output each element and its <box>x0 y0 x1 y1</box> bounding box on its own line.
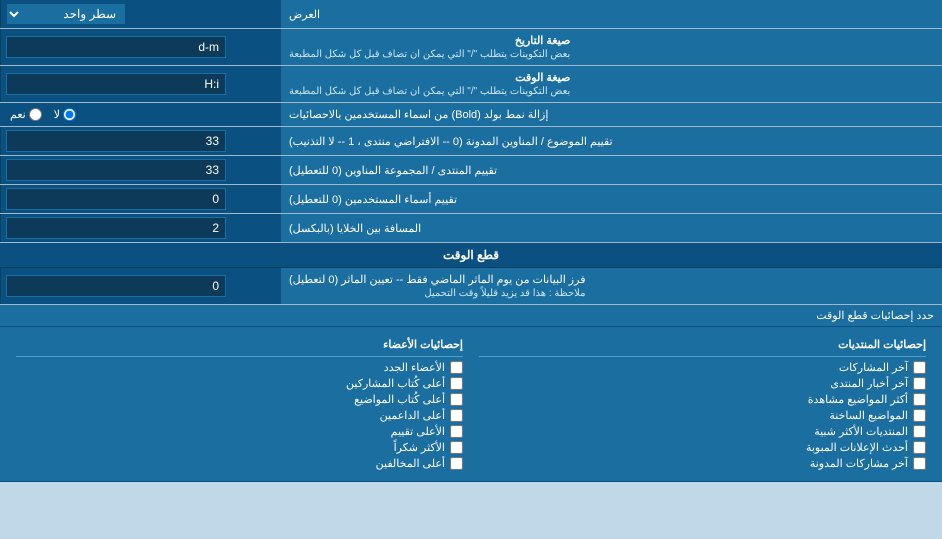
topics-order-row: تقييم الموضوع / المناوين المدونة (0 -- ا… <box>0 127 942 156</box>
forum-cb-label-4: المواضيع الساخنة <box>829 409 908 422</box>
date-format-input-cell <box>0 29 280 65</box>
time-format-input-cell <box>0 66 280 102</box>
member-cb-5[interactable] <box>450 425 463 438</box>
forum-cb-3[interactable] <box>913 393 926 406</box>
member-cb-label-6: الأكثر شكراً <box>394 441 445 454</box>
bold-yes-label: نعم <box>10 108 42 121</box>
bold-remove-radio-cell: لا نعم <box>0 103 280 126</box>
member-checkbox-item-7: أعلى المخالفين <box>16 457 463 470</box>
member-cb-6[interactable] <box>450 441 463 454</box>
cell-spacing-label: المسافة بين الخلايا (بالبكسل) <box>280 214 942 242</box>
checkbox-item-5: المنتديات الأكثر شبية <box>479 425 926 438</box>
topics-order-input-cell <box>0 127 280 155</box>
display-input-cell: سطر واحد سطرين ثلاثة أسطر <box>0 0 280 28</box>
checkbox-item-2: آخر أخبار المنتدى <box>479 377 926 390</box>
forum-cb-label-1: آخر المشاركات <box>839 361 908 374</box>
time-format-label: صيغة الوقت بعض التكوينات يتطلب "/" التي … <box>280 66 942 102</box>
member-cb-label-5: الأعلى تقييم <box>391 425 445 438</box>
topics-order-input[interactable] <box>6 130 226 152</box>
display-label: العرض <box>280 0 942 28</box>
forum-order-row: تقييم المنتدى / المجموعة المناوين (0 للت… <box>0 156 942 185</box>
limit-stats-row: حدد إحصائيات قطع الوقت <box>0 305 942 327</box>
display-select[interactable]: سطر واحد سطرين ثلاثة أسطر <box>6 3 126 25</box>
member-cb-2[interactable] <box>450 377 463 390</box>
cell-spacing-input-cell <box>0 214 280 242</box>
member-checkbox-item-6: الأكثر شكراً <box>16 441 463 454</box>
forum-cb-6[interactable] <box>913 441 926 454</box>
forum-cb-1[interactable] <box>913 361 926 374</box>
forum-cb-4[interactable] <box>913 409 926 422</box>
member-cb-7[interactable] <box>450 457 463 470</box>
date-format-row: صيغة التاريخ بعض التكوينات يتطلب "/" الت… <box>0 29 942 66</box>
member-stats-col: إحصائيات الأعضاء الأعضاء الجدد أعلى كُتا… <box>8 332 471 476</box>
member-cb-label-2: أعلى كُتاب المشاركين <box>346 377 445 390</box>
checkbox-item-6: أحدث الإعلانات المبوبة <box>479 441 926 454</box>
bold-remove-row: إزالة نمط بولد (Bold) من اسماء المستخدمي… <box>0 103 942 127</box>
member-cb-4[interactable] <box>450 409 463 422</box>
member-checkbox-item-3: أعلى كُتاب المواضيع <box>16 393 463 406</box>
users-order-input[interactable] <box>6 188 226 210</box>
member-cb-label-4: أعلى الداعمين <box>380 409 445 422</box>
checkbox-item-1: آخر المشاركات <box>479 361 926 374</box>
cell-spacing-row: المسافة بين الخلايا (بالبكسل) <box>0 214 942 243</box>
checkboxes-section: إحصائيات المنتديات آخر المشاركات آخر أخب… <box>0 327 942 482</box>
member-stats-header: إحصائيات الأعضاء <box>16 335 463 357</box>
display-row: العرض سطر واحد سطرين ثلاثة أسطر <box>0 0 942 29</box>
forum-cb-label-2: آخر أخبار المنتدى <box>830 377 908 390</box>
time-cut-row: فرز البيانات من يوم الماثر الماضي فقط --… <box>0 268 942 305</box>
member-cb-1[interactable] <box>450 361 463 374</box>
forum-order-label: تقييم المنتدى / المجموعة المناوين (0 للت… <box>280 156 942 184</box>
member-cb-label-1: الأعضاء الجدد <box>384 361 445 374</box>
time-cut-label: فرز البيانات من يوم الماثر الماضي فقط --… <box>280 268 942 304</box>
bold-no-label: لا <box>54 108 76 121</box>
checkbox-item-3: أكثر المواضيع مشاهدة <box>479 393 926 406</box>
date-format-input[interactable] <box>6 36 226 58</box>
checkbox-item-7: آخر مشاركات المدونة <box>479 457 926 470</box>
member-checkbox-item-1: الأعضاء الجدد <box>16 361 463 374</box>
limit-stats-label: حدد إحصائيات قطع الوقت <box>8 309 934 322</box>
forum-cb-label-3: أكثر المواضيع مشاهدة <box>808 393 908 406</box>
member-cb-3[interactable] <box>450 393 463 406</box>
forum-cb-7[interactable] <box>913 457 926 470</box>
forum-cb-label-7: آخر مشاركات المدونة <box>810 457 908 470</box>
users-order-label: تقييم أسماء المستخدمين (0 للتعطيل) <box>280 185 942 213</box>
forum-cb-2[interactable] <box>913 377 926 390</box>
forum-stats-col: إحصائيات المنتديات آخر المشاركات آخر أخب… <box>471 332 934 476</box>
bold-yes-radio[interactable] <box>29 108 42 121</box>
forum-order-input-cell <box>0 156 280 184</box>
forum-order-input[interactable] <box>6 159 226 181</box>
time-cut-input-cell <box>0 268 280 304</box>
cell-spacing-input[interactable] <box>6 217 226 239</box>
member-cb-label-7: أعلى المخالفين <box>376 457 445 470</box>
member-cb-label-3: أعلى كُتاب المواضيع <box>354 393 445 406</box>
time-cut-section-header: قطع الوقت <box>0 243 942 268</box>
forum-cb-5[interactable] <box>913 425 926 438</box>
time-format-input[interactable] <box>6 73 226 95</box>
time-format-row: صيغة الوقت بعض التكوينات يتطلب "/" التي … <box>0 66 942 103</box>
checkbox-item-4: المواضيع الساخنة <box>479 409 926 422</box>
bold-remove-label: إزالة نمط بولد (Bold) من اسماء المستخدمي… <box>280 103 942 126</box>
users-order-row: تقييم أسماء المستخدمين (0 للتعطيل) <box>0 185 942 214</box>
time-cut-input[interactable] <box>6 275 226 297</box>
member-checkbox-item-4: أعلى الداعمين <box>16 409 463 422</box>
date-format-label: صيغة التاريخ بعض التكوينات يتطلب "/" الت… <box>280 29 942 65</box>
users-order-input-cell <box>0 185 280 213</box>
member-checkbox-item-2: أعلى كُتاب المشاركين <box>16 377 463 390</box>
checkboxes-row: إحصائيات المنتديات آخر المشاركات آخر أخب… <box>8 332 934 476</box>
bold-no-radio[interactable] <box>63 108 76 121</box>
forum-stats-header: إحصائيات المنتديات <box>479 335 926 357</box>
forum-cb-label-6: أحدث الإعلانات المبوبة <box>806 441 908 454</box>
topics-order-label: تقييم الموضوع / المناوين المدونة (0 -- ا… <box>280 127 942 155</box>
member-checkbox-item-5: الأعلى تقييم <box>16 425 463 438</box>
forum-cb-label-5: المنتديات الأكثر شبية <box>814 425 908 438</box>
